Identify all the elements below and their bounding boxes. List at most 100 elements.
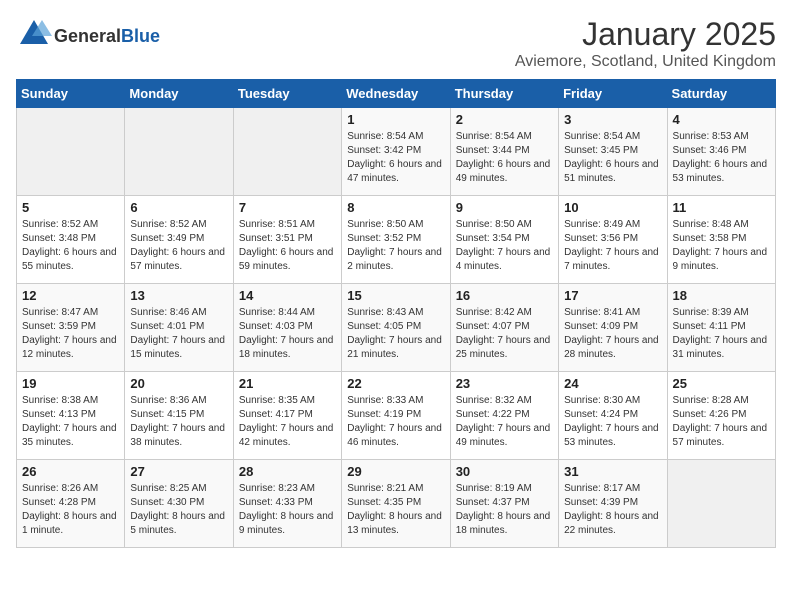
day-info: Sunrise: 8:23 AM Sunset: 4:33 PM Dayligh… (239, 482, 336, 538)
day-number: 4 (673, 112, 770, 127)
calendar-cell: 20Sunrise: 8:36 AM Sunset: 4:15 PM Dayli… (125, 372, 233, 460)
day-info: Sunrise: 8:49 AM Sunset: 3:56 PM Dayligh… (564, 218, 661, 274)
calendar-cell: 3 Sunrise: 8:54 AM Sunset: 3:45 PM Daylig… (559, 108, 667, 196)
day-info: Sunrise: 8:54 AM Sunset: 3:44 PM Dayligh… (456, 130, 553, 186)
weekday-header-monday: Monday (125, 80, 233, 108)
day-number: 31 (564, 464, 661, 479)
day-info: Sunrise: 8:25 AM Sunset: 4:30 PM Dayligh… (130, 482, 227, 538)
calendar-week-4: 19 Sunrise: 8:38 AM Sunset: 4:13 PM Dayli… (17, 372, 776, 460)
calendar-cell: 30 Sunrise: 8:19 AM Sunset: 4:37 PM Dayli… (450, 460, 558, 548)
day-number: 15 (347, 288, 444, 303)
day-number: 17 (564, 288, 661, 303)
day-number: 29 (347, 464, 444, 479)
day-info: Sunrise: 8:38 AM Sunset: 4:13 PM Dayligh… (22, 394, 119, 450)
logo-blue: Blue (121, 26, 160, 47)
day-number: 16 (456, 288, 553, 303)
day-info: Sunrise: 8:54 AM Sunset: 3:42 PM Dayligh… (347, 130, 444, 186)
logo-text: General Blue (54, 26, 160, 47)
day-info: Sunrise: 8:50 AM Sunset: 3:52 PM Dayligh… (347, 218, 444, 274)
day-number: 26 (22, 464, 119, 479)
day-info: Sunrise: 8:53 AM Sunset: 3:46 PM Dayligh… (673, 130, 770, 186)
calendar-cell: 15Sunrise: 8:43 AM Sunset: 4:05 PM Dayli… (342, 284, 450, 372)
calendar-cell: 7Sunrise: 8:51 AM Sunset: 3:51 PM Daylig… (233, 196, 341, 284)
calendar-cell (17, 108, 125, 196)
weekday-header-wednesday: Wednesday (342, 80, 450, 108)
day-info: Sunrise: 8:48 AM Sunset: 3:58 PM Dayligh… (673, 218, 770, 274)
logo-general: General (54, 26, 121, 47)
calendar-cell: 9Sunrise: 8:50 AM Sunset: 3:54 PM Daylig… (450, 196, 558, 284)
calendar-cell: 26Sunrise: 8:26 AM Sunset: 4:28 PM Dayli… (17, 460, 125, 548)
calendar-cell: 31 Sunrise: 8:17 AM Sunset: 4:39 PM Dayli… (559, 460, 667, 548)
calendar-cell: 29 Sunrise: 8:21 AM Sunset: 4:35 PM Dayli… (342, 460, 450, 548)
calendar-cell: 4 Sunrise: 8:53 AM Sunset: 3:46 PM Daylig… (667, 108, 775, 196)
calendar-cell: 2 Sunrise: 8:54 AM Sunset: 3:44 PM Daylig… (450, 108, 558, 196)
page-header: General Blue January 2025 Aviemore, Scot… (16, 16, 776, 71)
weekday-header-friday: Friday (559, 80, 667, 108)
calendar-cell: 13Sunrise: 8:46 AM Sunset: 4:01 PM Dayli… (125, 284, 233, 372)
day-info: Sunrise: 8:42 AM Sunset: 4:07 PM Dayligh… (456, 306, 553, 362)
calendar-cell (125, 108, 233, 196)
calendar-table: SundayMondayTuesdayWednesdayThursdayFrid… (16, 79, 776, 548)
day-info: Sunrise: 8:46 AM Sunset: 4:01 PM Dayligh… (130, 306, 227, 362)
calendar-cell (233, 108, 341, 196)
calendar-subtitle: Aviemore, Scotland, United Kingdom (515, 53, 776, 71)
calendar-cell (667, 460, 775, 548)
day-info: Sunrise: 8:44 AM Sunset: 4:03 PM Dayligh… (239, 306, 336, 362)
day-number: 7 (239, 200, 336, 215)
calendar-cell: 6 Sunrise: 8:52 AM Sunset: 3:49 PM Daylig… (125, 196, 233, 284)
day-number: 19 (22, 376, 119, 391)
day-info: Sunrise: 8:35 AM Sunset: 4:17 PM Dayligh… (239, 394, 336, 450)
day-info: Sunrise: 8:41 AM Sunset: 4:09 PM Dayligh… (564, 306, 661, 362)
day-number: 11 (673, 200, 770, 215)
day-number: 5 (22, 200, 119, 215)
calendar-cell: 12Sunrise: 8:47 AM Sunset: 3:59 PM Dayli… (17, 284, 125, 372)
day-info: Sunrise: 8:19 AM Sunset: 4:37 PM Dayligh… (456, 482, 553, 538)
day-info: Sunrise: 8:39 AM Sunset: 4:11 PM Dayligh… (673, 306, 770, 362)
calendar-body: 1Sunrise: 8:54 AM Sunset: 3:42 PM Daylig… (17, 108, 776, 548)
calendar-week-2: 5Sunrise: 8:52 AM Sunset: 3:48 PM Daylig… (17, 196, 776, 284)
day-number: 22 (347, 376, 444, 391)
calendar-cell: 11 Sunrise: 8:48 AM Sunset: 3:58 PM Dayli… (667, 196, 775, 284)
day-info: Sunrise: 8:54 AM Sunset: 3:45 PM Dayligh… (564, 130, 661, 186)
title-block: January 2025 Aviemore, Scotland, United … (515, 16, 776, 71)
calendar-header: SundayMondayTuesdayWednesdayThursdayFrid… (17, 80, 776, 108)
day-number: 2 (456, 112, 553, 127)
calendar-cell: 19 Sunrise: 8:38 AM Sunset: 4:13 PM Dayli… (17, 372, 125, 460)
day-info: Sunrise: 8:30 AM Sunset: 4:24 PM Dayligh… (564, 394, 661, 450)
day-number: 27 (130, 464, 227, 479)
day-info: Sunrise: 8:28 AM Sunset: 4:26 PM Dayligh… (673, 394, 770, 450)
calendar-cell: 18 Sunrise: 8:39 AM Sunset: 4:11 PM Dayli… (667, 284, 775, 372)
day-number: 25 (673, 376, 770, 391)
calendar-week-1: 1Sunrise: 8:54 AM Sunset: 3:42 PM Daylig… (17, 108, 776, 196)
day-number: 30 (456, 464, 553, 479)
calendar-cell: 22Sunrise: 8:33 AM Sunset: 4:19 PM Dayli… (342, 372, 450, 460)
day-number: 10 (564, 200, 661, 215)
calendar-cell: 14Sunrise: 8:44 AM Sunset: 4:03 PM Dayli… (233, 284, 341, 372)
day-number: 8 (347, 200, 444, 215)
weekday-header-thursday: Thursday (450, 80, 558, 108)
weekday-header-row: SundayMondayTuesdayWednesdayThursdayFrid… (17, 80, 776, 108)
calendar-week-3: 12Sunrise: 8:47 AM Sunset: 3:59 PM Dayli… (17, 284, 776, 372)
calendar-cell: 28 Sunrise: 8:23 AM Sunset: 4:33 PM Dayli… (233, 460, 341, 548)
day-info: Sunrise: 8:17 AM Sunset: 4:39 PM Dayligh… (564, 482, 661, 538)
day-number: 21 (239, 376, 336, 391)
day-number: 24 (564, 376, 661, 391)
day-number: 6 (130, 200, 227, 215)
weekday-header-sunday: Sunday (17, 80, 125, 108)
day-number: 18 (673, 288, 770, 303)
weekday-header-tuesday: Tuesday (233, 80, 341, 108)
calendar-cell: 24 Sunrise: 8:30 AM Sunset: 4:24 PM Dayli… (559, 372, 667, 460)
calendar-cell: 17 Sunrise: 8:41 AM Sunset: 4:09 PM Dayli… (559, 284, 667, 372)
day-number: 28 (239, 464, 336, 479)
calendar-cell: 21 Sunrise: 8:35 AM Sunset: 4:17 PM Dayli… (233, 372, 341, 460)
day-number: 9 (456, 200, 553, 215)
day-info: Sunrise: 8:21 AM Sunset: 4:35 PM Dayligh… (347, 482, 444, 538)
calendar-cell: 25 Sunrise: 8:28 AM Sunset: 4:26 PM Dayli… (667, 372, 775, 460)
day-number: 3 (564, 112, 661, 127)
day-info: Sunrise: 8:52 AM Sunset: 3:49 PM Dayligh… (130, 218, 227, 274)
day-info: Sunrise: 8:32 AM Sunset: 4:22 PM Dayligh… (456, 394, 553, 450)
calendar-week-5: 26Sunrise: 8:26 AM Sunset: 4:28 PM Dayli… (17, 460, 776, 548)
calendar-cell: 16 Sunrise: 8:42 AM Sunset: 4:07 PM Dayli… (450, 284, 558, 372)
day-number: 12 (22, 288, 119, 303)
calendar-cell: 5Sunrise: 8:52 AM Sunset: 3:48 PM Daylig… (17, 196, 125, 284)
